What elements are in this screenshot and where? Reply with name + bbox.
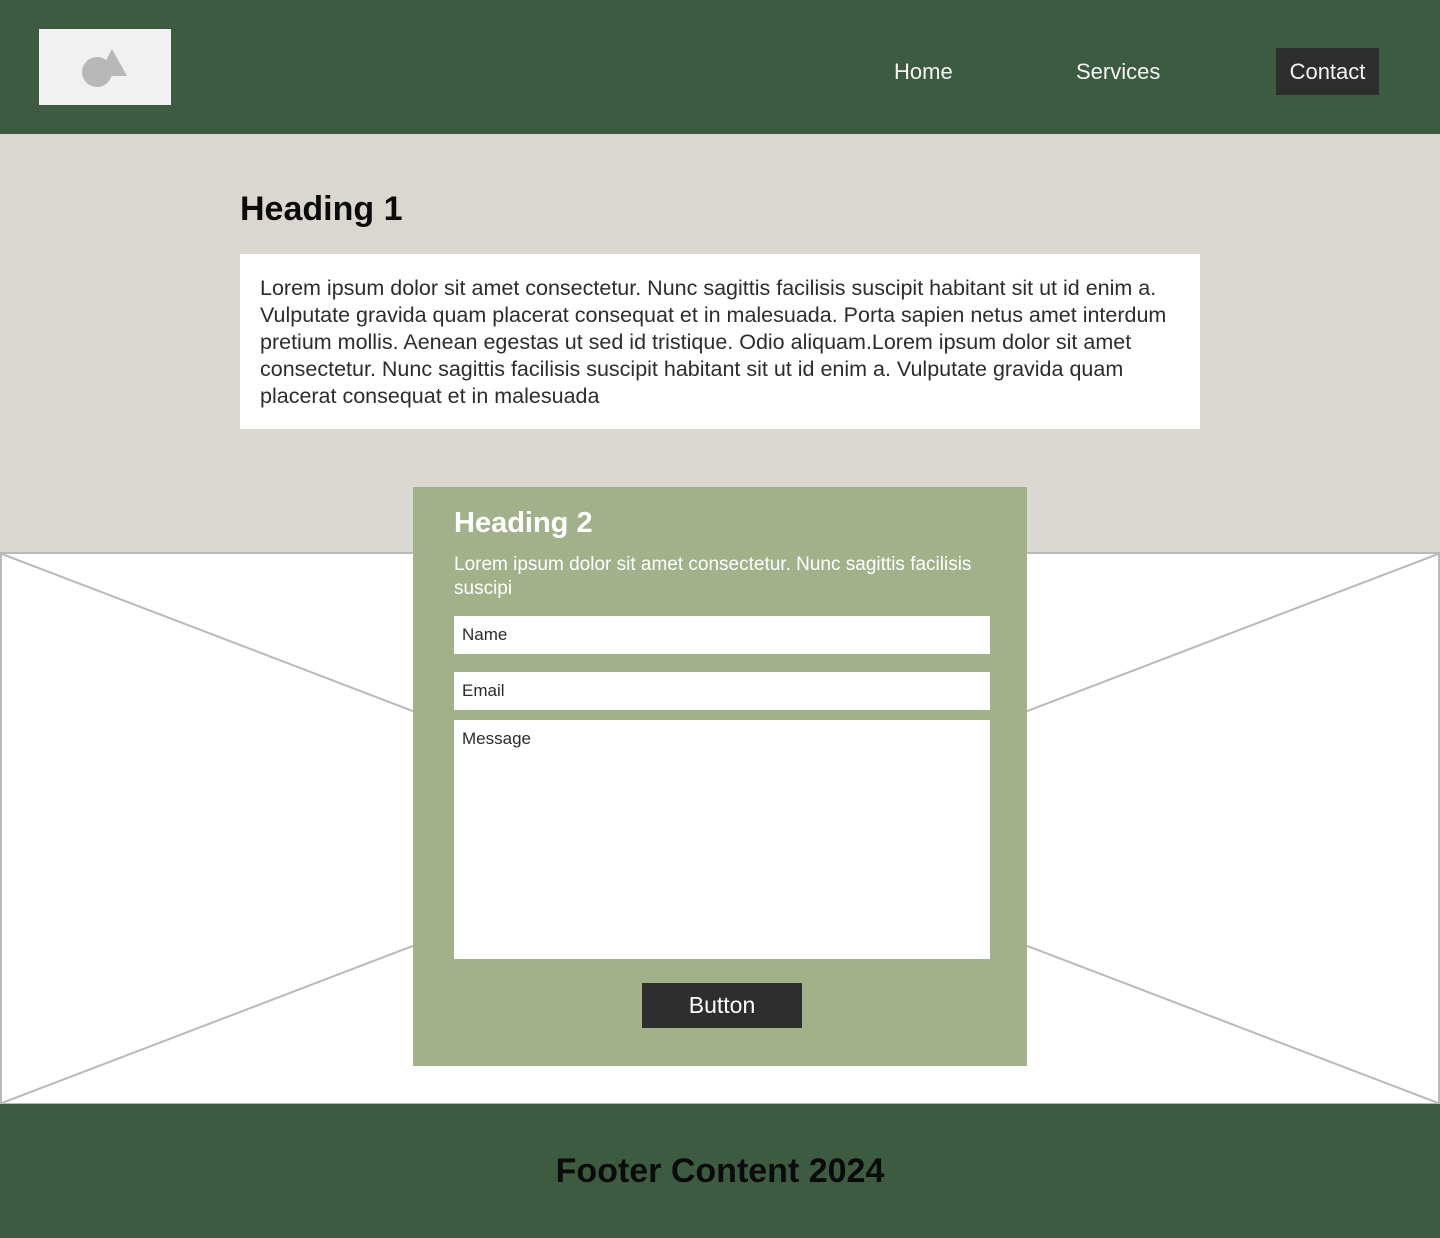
form-heading: Heading 2 [454, 507, 593, 539]
message-textarea[interactable] [454, 720, 990, 959]
nav-contact-link[interactable]: Contact [1276, 48, 1379, 95]
contact-form-card: Heading 2 Lorem ipsum dolor sit amet con… [413, 487, 1027, 1066]
page-heading: Heading 1 [240, 190, 403, 228]
site-header: Home Services Contact [0, 0, 1440, 134]
shapes-icon [82, 49, 127, 87]
site-footer: Footer Content 2024 [0, 1104, 1440, 1238]
intro-paragraph: Lorem ipsum dolor sit amet consectetur. … [260, 276, 1167, 408]
name-input[interactable] [454, 616, 990, 654]
submit-button[interactable]: Button [642, 983, 802, 1028]
nav-services-link[interactable]: Services [1076, 48, 1160, 95]
logo[interactable] [39, 29, 171, 105]
footer-text: Footer Content 2024 [555, 1152, 885, 1190]
nav-home-link[interactable]: Home [894, 48, 953, 95]
intro-text-box: Lorem ipsum dolor sit amet consectetur. … [240, 254, 1200, 429]
form-description: Lorem ipsum dolor sit amet consectetur. … [454, 554, 972, 599]
email-input[interactable] [454, 672, 990, 710]
